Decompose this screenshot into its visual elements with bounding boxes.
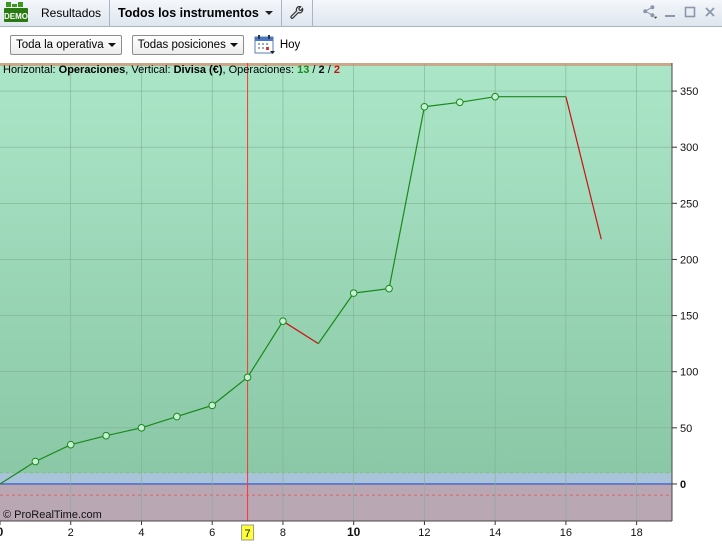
x-tick-label: 0 — [0, 525, 4, 539]
x-tick-label: 16 — [560, 527, 572, 539]
chevron-down-icon — [107, 43, 116, 47]
y-tick-label: 200 — [680, 254, 698, 266]
x-tick-label: 10 — [347, 525, 361, 539]
y-tick-label: 100 — [680, 367, 698, 379]
minimize-button[interactable] — [662, 3, 678, 21]
results-tab-label: Resultados — [41, 6, 102, 20]
chart-canvas[interactable]: 0 50 100 150 200 250 300 350 0 2 4 6 8 10 12 14 16 18 7 Ho… — [0, 63, 722, 541]
trade-point[interactable] — [66, 440, 75, 449]
equity-chart[interactable]: 0 50 100 150 200 250 300 350 0 2 4 6 8 10 12 14 16 18 7 Ho… — [0, 63, 722, 541]
titlebar-divider — [311, 0, 313, 27]
filter-toolbar: Toda la operativa Todas posiciones Hoy — [0, 27, 722, 63]
x-tick-label: 14 — [489, 527, 501, 539]
trade-point[interactable] — [279, 317, 287, 325]
wrench-icon — [290, 6, 304, 19]
calendar-icon — [254, 35, 275, 54]
y-tick-label: 150 — [680, 311, 698, 323]
y-tick-label: 50 — [680, 423, 692, 435]
operations-select-label: Toda la operativa — [16, 39, 104, 51]
y-tick-label: 250 — [680, 198, 698, 210]
close-button[interactable] — [702, 3, 718, 21]
x-tick-label: 12 — [418, 527, 430, 539]
x-tick-label: 2 — [68, 527, 74, 539]
instruments-dropdown[interactable]: Todos los instrumentos — [110, 0, 281, 27]
maximize-icon — [684, 6, 696, 18]
trade-point[interactable] — [491, 92, 499, 101]
share-icon — [643, 5, 658, 19]
operations-select[interactable]: Toda la operativa — [10, 35, 122, 55]
y-tick-label: 300 — [680, 142, 698, 154]
chevron-down-icon — [264, 11, 273, 15]
today-label[interactable]: Hoy — [280, 39, 300, 51]
y-tick-label: 350 — [680, 86, 698, 98]
x-tick-label: 4 — [138, 527, 144, 539]
y-tick-label: 0 — [680, 479, 686, 491]
cursor-x-label: 7 — [245, 528, 251, 540]
positions-select-label: Todas posiciones — [137, 39, 226, 51]
trade-point[interactable] — [349, 289, 358, 297]
window-controls — [642, 3, 718, 21]
trade-point[interactable] — [385, 284, 393, 293]
trade-point[interactable] — [420, 102, 429, 111]
results-tab[interactable]: Resultados — [33, 0, 109, 27]
trade-point[interactable] — [208, 401, 217, 410]
copyright-label: © ProRealTime.com — [3, 509, 102, 521]
trade-point[interactable] — [173, 412, 181, 421]
positive-zero-band — [0, 472, 672, 484]
demo-logo-icon: DEMO — [3, 2, 29, 24]
trade-point[interactable] — [102, 431, 110, 440]
settings-button[interactable] — [282, 0, 312, 27]
maximize-button[interactable] — [682, 3, 698, 21]
close-icon — [705, 7, 715, 17]
trade-point[interactable] — [243, 373, 252, 382]
demo-badge-text: DEMO — [4, 12, 28, 21]
trade-point[interactable] — [31, 457, 40, 466]
trade-point[interactable] — [455, 98, 464, 107]
plot-area — [0, 63, 672, 521]
trade-point[interactable] — [137, 424, 146, 432]
chart-info-line: Horizontal: Operaciones, Vertical: Divis… — [3, 64, 340, 76]
chevron-down-icon — [229, 43, 238, 47]
positions-select[interactable]: Todas posiciones — [131, 35, 244, 55]
minimize-icon — [665, 15, 675, 17]
x-tick-label: 18 — [631, 527, 643, 539]
calendar-button[interactable] — [254, 35, 276, 55]
title-bar: DEMO Resultados Todos los instrumentos — [0, 0, 722, 27]
instruments-dropdown-label: Todos los instrumentos — [118, 6, 259, 20]
share-button[interactable] — [642, 3, 658, 21]
x-tick-label: 8 — [280, 527, 286, 539]
x-tick-label: 6 — [209, 527, 215, 539]
